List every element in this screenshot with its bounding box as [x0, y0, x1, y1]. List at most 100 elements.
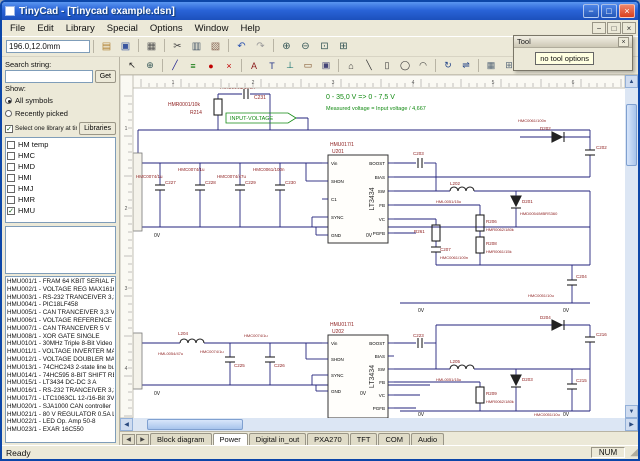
search-get-button[interactable]: Get: [95, 70, 116, 83]
search-input[interactable]: [5, 70, 93, 83]
sheet-tab-tft[interactable]: TFT: [350, 433, 378, 445]
tool-popup-close-icon[interactable]: ×: [618, 37, 629, 47]
library-checkbox[interactable]: [7, 152, 15, 160]
scroll-left-button[interactable]: ◀: [120, 418, 133, 431]
symbol-list-item[interactable]: HMU015/1 - LT3434 DC-DC 3 A: [7, 379, 114, 387]
menu-library[interactable]: Library: [60, 21, 101, 36]
horizontal-scrollbar[interactable]: ◀ ▶: [120, 418, 638, 431]
schematic-canvas[interactable]: VinSHDNC1SYNCGNDBOOSTBIASSWFBVCPGFBLT343…: [120, 75, 625, 418]
library-item-hmi[interactable]: HMI: [7, 172, 114, 183]
line-tool-icon[interactable]: ╲: [361, 59, 377, 73]
symbol-list-item[interactable]: HMU012/1 - VOLTAGE DOUBLER MAX: [7, 356, 114, 364]
zoom-window-icon[interactable]: ⊡: [316, 39, 333, 54]
print-icon[interactable]: ▦: [143, 39, 160, 54]
tool-popup-titlebar[interactable]: Tool ×: [514, 36, 632, 48]
symbol-list-item[interactable]: HMU013/1 - 74CHC243 2-state line buffer: [7, 364, 114, 372]
menu-options[interactable]: Options: [144, 21, 189, 36]
vertical-scroll-thumb[interactable]: [626, 104, 637, 166]
symbol-list-item[interactable]: HMU014/1 - 74HC595 8-BIT SHIFT REG: [7, 372, 114, 380]
symbol-list[interactable]: HMU001/1 - FRAM 64 KBIT SERIAL FM24C64HM…: [5, 276, 116, 443]
ic-U202[interactable]: VinSHDNSYNCGNDBOOSTBIASSWFBVCPGFBLT3434H…: [322, 322, 394, 418]
scroll-right-button[interactable]: ▶: [625, 418, 638, 431]
open-file-icon[interactable]: ▤: [98, 39, 115, 54]
zoom-out-icon[interactable]: ⊖: [297, 39, 314, 54]
hierarchical-symbol-tool-icon[interactable]: ▣: [318, 59, 334, 73]
tab-scroll-right-button[interactable]: ▶: [136, 434, 149, 445]
grid-toggle-icon[interactable]: ▦: [483, 59, 499, 73]
symbol-list-item[interactable]: HMU005/1 - CAN TRANCEIVER 3,3 V: [7, 309, 114, 317]
library-item-hmr[interactable]: HMR: [7, 194, 114, 205]
save-icon[interactable]: ▣: [117, 39, 134, 54]
library-item-hmj[interactable]: HMJ: [7, 183, 114, 194]
library-checkbox[interactable]: [7, 196, 15, 204]
redo-icon[interactable]: ↷: [252, 39, 269, 54]
polygon-tool-icon[interactable]: ⌂: [343, 59, 359, 73]
mdi-restore-button[interactable]: □: [607, 22, 621, 34]
ellipse-tool-icon[interactable]: ◯: [397, 59, 413, 73]
radio-all-symbols[interactable]: All symbols: [5, 96, 116, 105]
rectangle-tool-icon[interactable]: ▯: [379, 59, 395, 73]
library-item-hm-temp[interactable]: HM temp: [7, 139, 114, 150]
mirror-tool-icon[interactable]: ⇌: [458, 59, 474, 73]
text-tool-icon[interactable]: T: [264, 59, 280, 73]
sheet-tab-block-diagram[interactable]: Block diagram: [150, 433, 212, 445]
menu-file[interactable]: File: [4, 21, 31, 36]
library-list[interactable]: HM tempHMCHMDHMIHMJHMRHMU: [5, 137, 116, 223]
zoom-tool-icon[interactable]: ⊕: [142, 59, 158, 73]
close-button[interactable]: ×: [619, 4, 635, 18]
arc-tool-icon[interactable]: ◠: [415, 59, 431, 73]
library-checkbox[interactable]: [7, 174, 15, 182]
ic-U201[interactable]: VinSHDNC1SYNCGNDBOOSTBIASSWFBVCPGFBLT343…: [322, 142, 394, 243]
copy-icon[interactable]: ▥: [188, 39, 205, 54]
symbol-list-item[interactable]: HMU006/1 - VOLTAGE REFERENCE 2,5V: [7, 317, 114, 325]
menu-edit[interactable]: Edit: [31, 21, 59, 36]
paste-icon[interactable]: ▧: [207, 39, 224, 54]
no-connect-tool-icon[interactable]: ×: [221, 59, 237, 73]
symbol-list-item[interactable]: HMU010/1 - 30MHz Triple 8-Bit Video DAC: [7, 340, 114, 348]
sheet-tab-audio[interactable]: Audio: [411, 433, 444, 445]
library-checkbox[interactable]: [7, 207, 15, 215]
tab-scroll-left-button[interactable]: ◀: [122, 434, 135, 445]
symbol-list-item[interactable]: HMU017/1 - LTC1063CL 12-/16-Bit 3V: [7, 395, 114, 403]
library-item-hmu[interactable]: HMU: [7, 205, 114, 216]
sheet-tab-power[interactable]: Power: [213, 433, 248, 445]
scroll-down-button[interactable]: ▼: [625, 405, 638, 418]
select-tool-icon[interactable]: ↖: [124, 59, 140, 73]
label-tool-icon[interactable]: A: [246, 59, 262, 73]
minimize-button[interactable]: −: [583, 4, 599, 18]
library-item-hmd[interactable]: HMD: [7, 161, 114, 172]
symbol-list-item[interactable]: HMU011/1 - VOLTAGE INVERTER MAX: [7, 348, 114, 356]
symbol-list-item[interactable]: HMU008/1 - XOR GATE SINGLE: [7, 333, 114, 341]
symbol-list-item[interactable]: HMU020/1 - SJA1000 CAN controller: [7, 403, 114, 411]
menu-help[interactable]: Help: [234, 21, 266, 36]
symbol-list-item[interactable]: HMU016/1 - RS-232 TRANCEIVER 3,3V: [7, 387, 114, 395]
title-bar[interactable]: TinyCad - [Tinycad example.dsn] − □ ×: [2, 2, 638, 20]
mdi-minimize-button[interactable]: −: [592, 22, 606, 34]
mdi-close-button[interactable]: ×: [622, 22, 636, 34]
sheet-tab-pxa270[interactable]: PXA270: [307, 433, 349, 445]
symbol-list-item[interactable]: HMU022/1 - LED Op. Amp 50-8: [7, 418, 114, 426]
symbol-list-item[interactable]: HMU003/1 - RS-232 TRANCEIVER 3,3V: [7, 294, 114, 302]
cut-icon[interactable]: ✂: [169, 39, 186, 54]
menu-special[interactable]: Special: [101, 21, 144, 36]
library-checkbox[interactable]: [7, 185, 15, 193]
scroll-up-button[interactable]: ▲: [625, 75, 638, 88]
menu-window[interactable]: Window: [189, 21, 235, 36]
junction-tool-icon[interactable]: ●: [203, 59, 219, 73]
symbol-tool-icon[interactable]: ▭: [300, 59, 316, 73]
vertical-scrollbar[interactable]: ▲ ▼: [625, 75, 638, 418]
libraries-button[interactable]: Libraries: [79, 122, 116, 135]
library-item-hmc[interactable]: HMC: [7, 150, 114, 161]
undo-icon[interactable]: ↶: [233, 39, 250, 54]
symbol-list-item[interactable]: HMU001/1 - FRAM 64 KBIT SERIAL FM24C64: [7, 278, 114, 286]
sheet-tab-digital-in_out[interactable]: Digital in_out: [249, 433, 306, 445]
power-tool-icon[interactable]: ⊥: [282, 59, 298, 73]
bus-tool-icon[interactable]: ≡: [185, 59, 201, 73]
select-one-library-checkbox[interactable]: [5, 125, 13, 133]
sheet-tab-com[interactable]: COM: [378, 433, 410, 445]
symbol-list-item[interactable]: HMU023/1 - EXAR 16C550: [7, 426, 114, 434]
symbol-list-item[interactable]: HMU004/1 - PIC18LF458: [7, 301, 114, 309]
symbol-list-item[interactable]: HMU002/1 - VOLTAGE REG MAX1616: [7, 286, 114, 294]
rotate-tool-icon[interactable]: ↻: [440, 59, 456, 73]
zoom-in-icon[interactable]: ⊕: [278, 39, 295, 54]
